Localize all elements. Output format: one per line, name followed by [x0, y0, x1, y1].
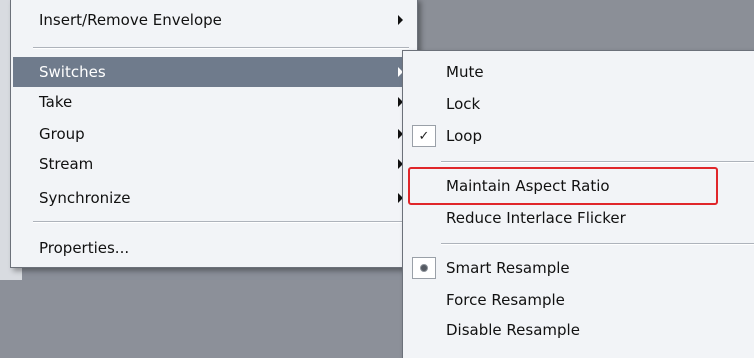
submenu-item-label: Smart Resample	[446, 259, 570, 277]
menu-item-label: Synchronize	[39, 189, 131, 207]
submenu-item-disable-resample[interactable]: Disable Resample	[404, 315, 754, 345]
menu-item-label: Group	[39, 125, 85, 143]
menu-separator	[441, 243, 754, 245]
submenu-item-label: Reduce Interlace Flicker	[446, 209, 626, 227]
menu-item-group[interactable]: Group	[13, 119, 415, 149]
menu-separator	[33, 47, 409, 49]
annotation-highlight-box	[408, 167, 718, 205]
menu-separator	[441, 161, 754, 163]
menu-item-properties[interactable]: Properties...	[13, 233, 415, 263]
submenu-item-mute[interactable]: Mute	[404, 57, 754, 87]
submenu-arrow-icon	[398, 15, 403, 25]
submenu-item-label: Disable Resample	[446, 321, 580, 339]
menu-item-take[interactable]: Take	[13, 87, 415, 117]
checkmark-icon: ✓	[412, 125, 436, 147]
menu-item-label: Stream	[39, 155, 94, 173]
menu-item-synchronize[interactable]: Synchronize	[13, 183, 415, 213]
submenu-item-loop[interactable]: ✓ Loop	[404, 121, 754, 151]
submenu-item-force-resample[interactable]: Force Resample	[404, 285, 754, 315]
submenu-item-label: Loop	[446, 127, 482, 145]
menu-separator	[33, 221, 409, 223]
submenu-item-label: Mute	[446, 63, 484, 81]
submenu-item-smart-resample[interactable]: Smart Resample	[404, 253, 754, 283]
submenu-item-label: Lock	[446, 95, 481, 113]
menu-item-label: Take	[39, 93, 73, 111]
menu-item-label: Switches	[39, 63, 106, 81]
submenu-item-reduce-interlace-flicker[interactable]: Reduce Interlace Flicker	[404, 203, 754, 233]
menu-item-insert-remove-envelope[interactable]: Insert/Remove Envelope	[13, 5, 415, 35]
submenu-item-label: Force Resample	[446, 291, 565, 309]
radio-selected-icon	[412, 257, 436, 279]
background-panel-lower	[0, 280, 420, 358]
radio-dot-icon	[420, 264, 428, 272]
submenu-item-lock[interactable]: Lock	[404, 89, 754, 119]
menu-item-stream[interactable]: Stream	[13, 149, 415, 179]
menu-item-label: Insert/Remove Envelope	[39, 11, 222, 29]
context-menu: Insert/Remove Envelope Switches Take Gro…	[10, 0, 418, 268]
menu-item-switches[interactable]: Switches	[13, 57, 415, 87]
menu-item-label: Properties...	[39, 239, 130, 257]
